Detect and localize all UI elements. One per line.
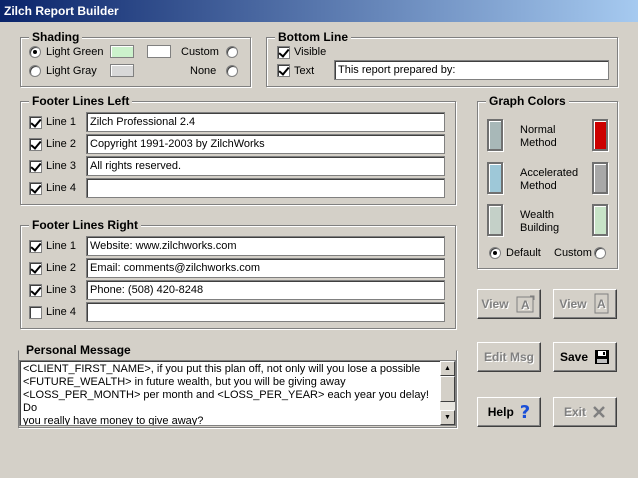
title-bar: Zilch Report Builder — [0, 0, 638, 22]
footer-left-line3-label: Line 3 — [46, 160, 76, 172]
view-button-2[interactable]: View A — [553, 289, 617, 319]
footer-right-line1-checkbox[interactable] — [29, 240, 42, 253]
graph-default-label: Default — [506, 247, 541, 259]
footer-right-title: Footer Lines Right — [29, 218, 141, 232]
wealth-custom-swatch[interactable] — [592, 204, 608, 236]
exit-button[interactable]: Exit — [553, 397, 617, 427]
view-button-1-label: View — [481, 297, 509, 311]
footer-right-line3-input[interactable]: Phone: (508) 420-8248 — [86, 280, 445, 300]
footer-left-line1-label: Line 1 — [46, 116, 76, 128]
close-x-icon — [592, 405, 606, 419]
help-label: Help — [487, 405, 514, 419]
custom-label: Custom — [181, 46, 219, 58]
light-gray-radio[interactable] — [29, 65, 41, 77]
footer-left-line3-checkbox[interactable] — [29, 160, 42, 173]
window-title: Zilch Report Builder — [4, 4, 119, 18]
message-line-2: <FUTURE_WEALTH> in future wealth, but yo… — [23, 376, 346, 388]
wealth-label-2: Building — [520, 222, 560, 234]
footer-right-line2-label: Line 2 — [46, 262, 76, 274]
graph-default-radio[interactable] — [489, 247, 501, 259]
scroll-up-icon[interactable]: ▲ — [440, 361, 455, 376]
footer-right-line3-label: Line 3 — [46, 284, 76, 296]
graph-custom-radio[interactable] — [594, 247, 606, 259]
accelerated-default-swatch[interactable] — [487, 162, 503, 194]
scroll-thumb[interactable] — [440, 376, 455, 402]
footer-left-line2-checkbox[interactable] — [29, 138, 42, 151]
graph-colors-title: Graph Colors — [486, 94, 569, 108]
none-label: None — [190, 65, 217, 77]
footer-right-line1-input[interactable]: Website: www.zilchworks.com — [86, 236, 445, 256]
normal-custom-swatch[interactable] — [592, 119, 608, 151]
save-button[interactable]: Save — [553, 342, 617, 372]
footer-left-line1-input[interactable]: Zilch Professional 2.4 — [86, 112, 445, 132]
footer-left-line4-input[interactable] — [86, 178, 445, 198]
normal-label-2: Method — [520, 137, 557, 149]
light-green-swatch[interactable] — [110, 45, 134, 58]
light-green-radio[interactable] — [29, 46, 41, 58]
floppy-disk-icon — [594, 349, 610, 365]
page-a-icon: A — [593, 293, 611, 315]
personal-message-title: Personal Message — [24, 343, 133, 357]
footer-right-line2-input[interactable]: Email: comments@zilchworks.com — [86, 258, 445, 278]
wealth-default-swatch[interactable] — [487, 204, 503, 236]
light-gray-swatch[interactable] — [110, 64, 134, 77]
message-line-3: <LOSS_PER_MONTH> per month and <LOSS_PER… — [23, 389, 429, 414]
footer-left-line2-input[interactable]: Copyright 1991-2003 by ZilchWorks — [86, 134, 445, 154]
wealth-label-1: Wealth — [520, 209, 555, 221]
footer-right-line4-checkbox[interactable] — [29, 306, 42, 319]
message-scrollbar[interactable]: ▲ ▼ — [440, 361, 455, 425]
footer-left-line3-input[interactable]: All rights reserved. — [86, 156, 445, 176]
visible-checkbox[interactable] — [277, 46, 290, 59]
footer-right-line4-input[interactable] — [86, 302, 445, 322]
help-button[interactable]: Help ? — [477, 397, 541, 427]
graph-custom-label: Custom — [554, 247, 592, 259]
svg-text:A: A — [597, 297, 606, 311]
shading-title: Shading — [29, 30, 83, 44]
normal-label-1: Normal — [520, 124, 556, 136]
message-line-1: <CLIENT_FIRST_NAME>, if you put this pla… — [23, 363, 421, 375]
accelerated-label-1: Accelerated — [520, 167, 579, 179]
exit-label: Exit — [563, 405, 586, 419]
footer-right-line3-checkbox[interactable] — [29, 284, 42, 297]
footer-right-line4-label: Line 4 — [46, 306, 76, 318]
question-mark-icon: ? — [519, 401, 531, 423]
view-button-1[interactable]: View A — [477, 289, 541, 319]
footer-left-line4-label: Line 4 — [46, 182, 76, 194]
accelerated-label-2: Method — [520, 180, 557, 192]
accelerated-custom-swatch[interactable] — [592, 162, 608, 194]
edit-msg-button[interactable]: Edit Msg — [477, 342, 541, 372]
light-gray-label: Light Gray — [46, 65, 97, 77]
visible-label: Visible — [294, 46, 327, 58]
footer-left-title: Footer Lines Left — [29, 94, 133, 108]
footer-right-line1-label: Line 1 — [46, 240, 76, 252]
bottom-line-text-input[interactable]: This report prepared by: — [334, 60, 609, 80]
edit-msg-label: Edit Msg — [484, 350, 534, 364]
footer-left-line4-checkbox[interactable] — [29, 182, 42, 195]
svg-text:A: A — [521, 298, 530, 312]
none-radio[interactable] — [226, 65, 238, 77]
view-button-2-label: View — [559, 297, 587, 311]
text-label: Text — [294, 65, 315, 77]
footer-right-line2-checkbox[interactable] — [29, 262, 42, 275]
custom-swatch[interactable] — [147, 45, 171, 58]
footer-left-line1-checkbox[interactable] — [29, 116, 42, 129]
document-a-icon: A — [515, 294, 537, 314]
normal-default-swatch[interactable] — [487, 119, 503, 151]
light-green-label: Light Green — [46, 46, 104, 58]
personal-message-textarea[interactable]: <CLIENT_FIRST_NAME>, if you put this pla… — [19, 360, 456, 426]
custom-radio[interactable] — [226, 46, 238, 58]
bottom-line-title: Bottom Line — [275, 30, 351, 44]
text-checkbox[interactable] — [277, 64, 290, 77]
save-label: Save — [559, 350, 589, 364]
footer-left-line2-label: Line 2 — [46, 138, 76, 150]
scroll-down-icon[interactable]: ▼ — [440, 410, 455, 425]
message-line-4: you really have money to give away? — [23, 415, 204, 426]
